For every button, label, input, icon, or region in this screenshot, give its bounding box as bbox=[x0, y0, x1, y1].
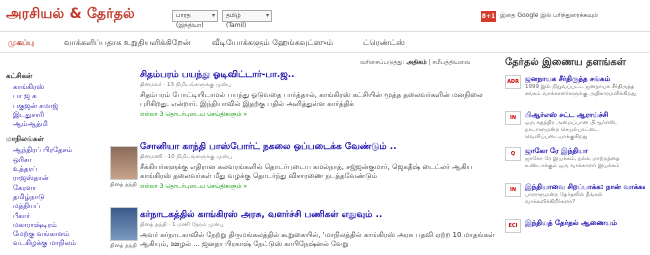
sidebar-item-state[interactable]: தமிழ்நாடு bbox=[6, 193, 101, 202]
article-snippet: சீக்கியர்களுக்கு எதிரான கலவரங்களில் தொடர… bbox=[140, 163, 473, 180]
news-article: கர்நாடகத்தில் காங்கிரஸ் அரசு, வளர்ச்சி ப… bbox=[140, 210, 495, 249]
article-meta: தினத் தந்தி · 1 மணி நேரம் முன்பு bbox=[140, 222, 224, 228]
states-section: மாநிலங்கள் ஆந்திரப் பிரதேசம் ஒரிசா உத்தர… bbox=[6, 135, 101, 248]
sort-top[interactable]: அதிகம் bbox=[406, 59, 426, 66]
article-title[interactable]: சோனியா காந்தி பாஸ்போர்ட் நகலை ஒப்படைக்க … bbox=[140, 142, 495, 153]
election-sites-panel: தேர்தல் இணைய தளங்கள் ADR ஜனநாயக சீர்திரு… bbox=[505, 57, 645, 239]
left-sidebar: கட்சிகள் காங்கிரஸ் பா ஜ க பகுஜன் சமாஜ் இ… bbox=[6, 72, 101, 255]
news-article: சிதம்பரம் பயந்து ஓடிவிட்டார்-பா.ஜ.. தினம… bbox=[140, 70, 495, 119]
site-logo-icon: IN bbox=[505, 183, 521, 197]
edition-select[interactable]: பாரத (இந்தியா) bbox=[172, 10, 218, 29]
site-item[interactable]: IN இந்தியாவை சிறப்பாக்க: நான் வாக்களிப்ப… bbox=[505, 183, 645, 213]
parties-section: கட்சிகள் காங்கிரஸ் பா ஜ க பகுஜன் சமாஜ் இ… bbox=[6, 72, 101, 129]
sidebar-item-state[interactable]: மகாராஷ்டிரம் bbox=[6, 221, 101, 230]
site-item[interactable]: ADR ஜனநாயக சீர்திருத்த சங்கம் 1999 இல் ந… bbox=[505, 75, 645, 105]
site-item[interactable]: IN பிஆர்எஸ் சட்ட ஆராய்ச்சி ஒரு சுதந்திர … bbox=[505, 111, 645, 141]
sort-sep: | bbox=[428, 59, 431, 66]
main-nav: முகப்பு வாக்களிப்பதாக உறுதியளிக்கிறேன் வ… bbox=[0, 31, 650, 53]
site-description: ஒரு சுதந்திர அமைப்பான பிஆர்எஸ், நாடாளுமன… bbox=[525, 120, 617, 140]
site-title[interactable]: இந்தியாவை சிறப்பாக்க: நான் வாக்களிப்பேன் bbox=[525, 183, 645, 192]
article-thumbnail[interactable] bbox=[110, 146, 138, 180]
site-description: 1999 இல் நிறுவப்பட்ட ஜனநாயக சீர்திருத்த … bbox=[525, 84, 637, 97]
site-description: பாராளுமன்ற தேர்தலில் நீங்கள் வாக்களிக்கி… bbox=[525, 192, 603, 205]
article-snippet: சிதம்பரம் போட்டியிடாமல் பயந்து ஓடுவதை பா… bbox=[140, 91, 483, 108]
sidebar-item-state[interactable]: ராஜஸ்தான் bbox=[6, 174, 101, 183]
tab-videos[interactable]: வீடியோக்களும் ஹேங்கவுட்ஸும் bbox=[212, 38, 333, 48]
site-item[interactable]: ECI இந்தியத் தேர்தல் ஆணையம் bbox=[505, 219, 645, 233]
sidebar-item-state[interactable]: மேற்கு வங்காளம் bbox=[6, 230, 101, 239]
article-title[interactable]: சிதம்பரம் பயந்து ஓடிவிட்டார்-பா.ஜ.. bbox=[140, 70, 495, 81]
sidebar-item-party[interactable]: இடதுசாரி bbox=[6, 111, 101, 120]
sidebar-item-party[interactable]: பகுஜன் சமாஜ் bbox=[6, 102, 101, 111]
tab-pledge[interactable]: வாக்களிப்பதாக உறுதியளிக்கிறேன் bbox=[64, 38, 191, 48]
site-logo-icon: Q bbox=[505, 147, 521, 161]
site-logo[interactable]: அரசியல் & தேர்தல் bbox=[6, 6, 135, 24]
tab-home[interactable]: முகப்பு bbox=[8, 38, 34, 48]
sidebar-item-state[interactable]: ஆந்திரப் பிரதேசம் bbox=[6, 146, 101, 155]
site-logo-icon: IN bbox=[505, 111, 521, 125]
article-meta: தினமணி · 10 நிமிடங்களுக்கு முன்பு bbox=[140, 154, 232, 160]
article-meta: தினமலர் · 13 நிமிடங்களுக்கு முன்பு bbox=[140, 82, 232, 88]
sidebar-item-state[interactable]: பீகார் bbox=[6, 212, 101, 221]
site-title[interactable]: ஜாகோ ரே இந்தியா bbox=[525, 147, 645, 156]
article-snippet: அவர் கர்நாடகாவில் நேற்று திருமங்கலத்தில்… bbox=[140, 231, 495, 248]
panel-heading: தேர்தல் இணைய தளங்கள் bbox=[505, 57, 626, 68]
related-news-link[interactable]: எல்லா 3 தொடர்புடைய செய்திகளும் » bbox=[140, 183, 495, 191]
site-logo-icon: ECI bbox=[505, 219, 521, 233]
google-plus-button[interactable]: 8+1 bbox=[481, 11, 496, 22]
sidebar-item-state[interactable]: வடகிழக்கு மாநிலம் bbox=[6, 239, 101, 248]
site-title[interactable]: ஜனநாயக சீர்திருத்த சங்கம் bbox=[525, 75, 645, 84]
plus-text: இதை Google இல் பரிந்துரைக்கவும் bbox=[500, 12, 598, 19]
site-title[interactable]: பிஆர்எஸ் சட்ட ஆராய்ச்சி bbox=[525, 111, 645, 120]
language-select[interactable]: தமிழ் (Tamil) bbox=[222, 10, 272, 29]
states-heading: மாநிலங்கள் bbox=[6, 135, 44, 144]
site-item[interactable]: Q ஜாகோ ரே இந்தியா ஜாகோ ரே இயக்கம், நல்ல … bbox=[505, 147, 645, 177]
parties-heading: கட்சிகள் bbox=[6, 72, 33, 80]
sidebar-item-state[interactable]: உத்தரப் bbox=[6, 165, 101, 174]
sort-bar: வரிசைப்படுத்து: அதிகம் | சமீபத்தியவை bbox=[360, 59, 471, 67]
sidebar-item-state[interactable]: மத்தியப் bbox=[6, 202, 101, 211]
sidebar-item-party[interactable]: ஆம்ஆத்மி bbox=[6, 120, 101, 129]
sidebar-item-state[interactable]: கேரளா bbox=[6, 184, 101, 193]
sidebar-item-party[interactable]: பா ஜ க bbox=[6, 92, 101, 101]
site-description: ஜாகோ ரே இயக்கம், நல்ல மாற்றத்தை உண்டாக்க… bbox=[525, 156, 620, 169]
tab-trends[interactable]: ட்ரெண்ட்ஸ் bbox=[363, 38, 405, 48]
top-bar: அரசியல் & தேர்தல் பாரத (இந்தியா) தமிழ் (… bbox=[0, 0, 650, 31]
article-title[interactable]: கர்நாடகத்தில் காங்கிரஸ் அரசு, வளர்ச்சி ப… bbox=[140, 210, 495, 221]
site-title[interactable]: இந்தியத் தேர்தல் ஆணையம் bbox=[525, 219, 645, 228]
site-logo-icon: ADR bbox=[505, 75, 521, 89]
sort-label: வரிசைப்படுத்து: bbox=[360, 59, 405, 66]
related-news-link[interactable]: எல்லா 3 தொடர்புடைய செய்திகளும் » bbox=[140, 111, 495, 119]
news-article: சோனியா காந்தி பாஸ்போர்ட் நகலை ஒப்படைக்க … bbox=[140, 142, 495, 191]
sidebar-item-state[interactable]: ஒரிசா bbox=[6, 156, 101, 165]
article-thumbnail[interactable] bbox=[110, 207, 138, 241]
sidebar-item-party[interactable]: காங்கிரஸ் bbox=[6, 83, 101, 92]
sort-recent[interactable]: சமீபத்தியவை bbox=[433, 59, 471, 66]
